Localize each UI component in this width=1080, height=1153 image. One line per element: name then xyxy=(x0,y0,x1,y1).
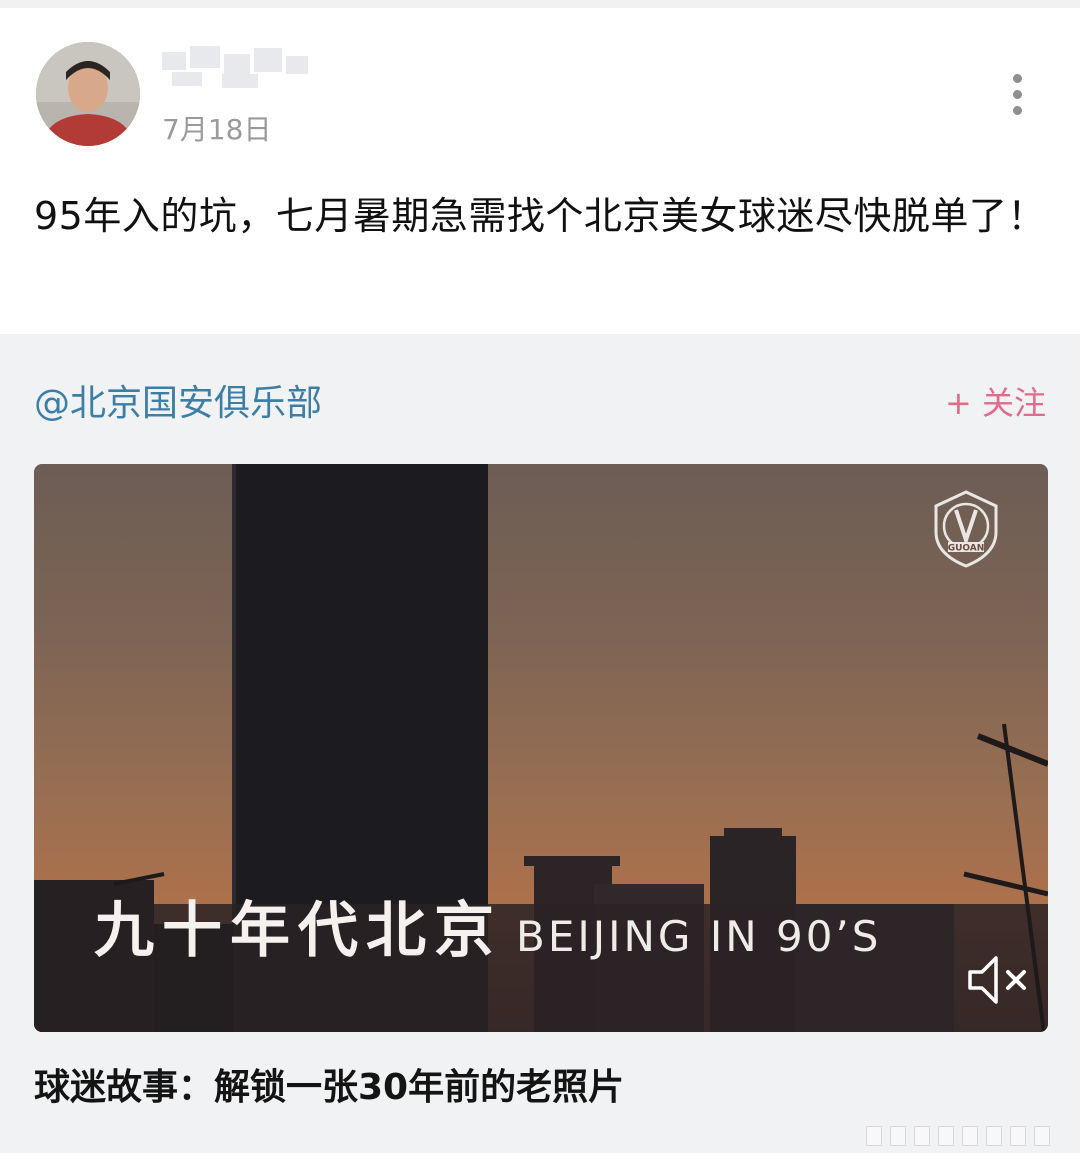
video-title-overlay: 九十年代北京 BEIJING IN 90’S xyxy=(94,882,881,969)
post-date: 7月18日 xyxy=(162,113,272,146)
repost-card[interactable]: @北京国安俱乐部 + 关注 GUOAN 九十年代北京 BEIJING IN 90… xyxy=(0,334,1080,1153)
video-player[interactable]: GUOAN 九十年代北京 BEIJING IN 90’S xyxy=(34,464,1048,1032)
more-options-icon[interactable] xyxy=(998,70,1038,120)
video-title-en: BEIJING IN 90’S xyxy=(516,912,882,961)
post-text: 95年入的坑，七月暑期急需找个北京美女球迷尽快脱单了！ xyxy=(34,194,1046,238)
avatar-photo xyxy=(36,42,140,146)
logo-text: GUOAN xyxy=(948,544,985,554)
video-caption[interactable]: 球迷故事：解锁一张30年前的老照片 xyxy=(34,1058,624,1110)
guoan-club-logo: GUOAN xyxy=(926,488,1006,568)
image-strip-indicator xyxy=(866,1126,1052,1146)
follow-button[interactable]: + 关注 xyxy=(945,378,1046,424)
top-divider xyxy=(0,0,1080,8)
avatar[interactable] xyxy=(36,42,140,146)
username-blurred[interactable] xyxy=(162,46,312,90)
mute-toggle-icon[interactable] xyxy=(964,952,1034,1008)
video-title-cn: 九十年代北京 xyxy=(94,896,502,966)
mention-link[interactable]: @北京国安俱乐部 xyxy=(34,374,322,426)
